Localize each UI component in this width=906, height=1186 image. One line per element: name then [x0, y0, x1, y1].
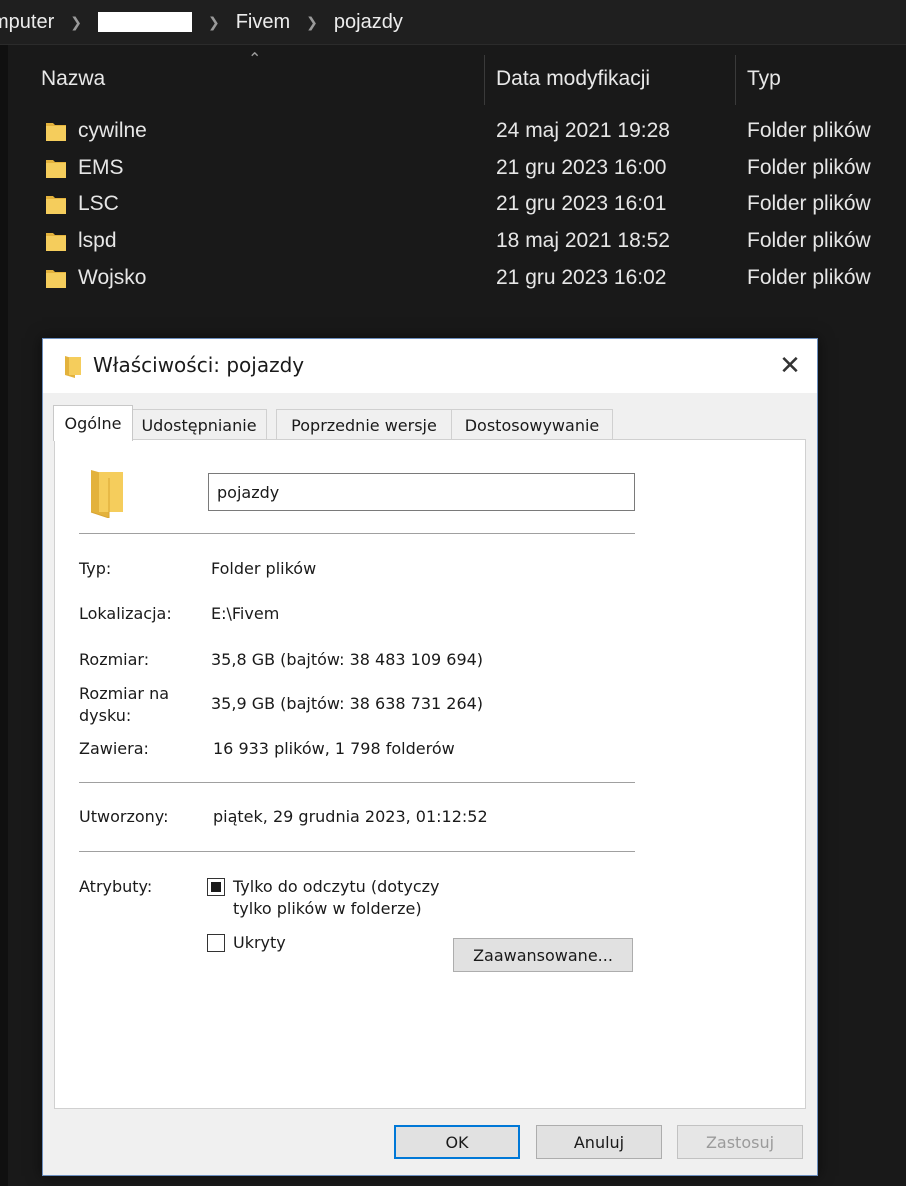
close-button[interactable]: ✕	[763, 339, 817, 393]
list-item[interactable]: Wojsko 21 gru 2023 16:02 Folder plików	[8, 262, 906, 299]
file-type: Folder plików	[747, 155, 871, 179]
folder-icon	[46, 123, 66, 141]
contains-label: Zawiera:	[79, 739, 149, 758]
folder-icon	[46, 196, 66, 215]
navigation-pane-edge	[0, 45, 8, 1186]
size-on-disk-value: 35,9 GB (bajtów: 38 638 731 264)	[211, 694, 484, 713]
file-type: Folder plików	[747, 265, 871, 289]
file-type: Folder plików	[747, 229, 871, 253]
breadcrumb-item-redacted[interactable]	[97, 12, 192, 32]
close-icon: ✕	[779, 351, 801, 381]
breadcrumb-item-fivem[interactable]: Fivem	[236, 11, 290, 34]
breadcrumb-item-computer[interactable]: mputer	[0, 11, 54, 34]
created-value: piątek, 29 grudnia 2023, 01:12:52	[213, 807, 488, 826]
location-value: E:\Fivem	[211, 604, 280, 623]
hidden-label: Ukryty	[233, 933, 286, 952]
folder-name-input[interactable]	[208, 473, 635, 511]
size-on-disk-label-line1: Rozmiar na	[79, 684, 170, 703]
chevron-right-icon[interactable]: ❯	[306, 14, 318, 31]
size-label: Rozmiar:	[79, 650, 150, 669]
tab-general[interactable]: Ogólne	[53, 405, 133, 441]
hidden-checkbox[interactable]	[207, 934, 225, 952]
dialog-title: Właściwości: pojazdy	[93, 353, 305, 377]
readonly-label-line1: Tylko do odczytu (dotyczy	[233, 877, 440, 896]
readonly-checkbox[interactable]	[207, 878, 225, 896]
divider	[79, 533, 635, 534]
file-date: 21 gru 2023 16:01	[496, 192, 667, 216]
created-label: Utworzony:	[79, 807, 169, 826]
chevron-right-icon[interactable]: ❯	[70, 14, 82, 31]
properties-dialog: Właściwości: pojazdy ✕ Ogólne Udostępnia…	[42, 338, 818, 1176]
column-headers: ⌃ Nazwa Data modyfikacji Typ	[8, 45, 906, 107]
file-type: Folder plików	[747, 119, 871, 142]
column-header-date[interactable]: Data modyfikacji	[496, 67, 650, 91]
tab-sharing[interactable]: Udostępnianie	[131, 409, 267, 440]
attributes-label: Atrybuty:	[79, 877, 153, 896]
apply-button[interactable]: Zastosuj	[677, 1125, 803, 1159]
file-name: lspd	[78, 229, 117, 253]
list-item[interactable]: lspd 18 maj 2021 18:52 Folder plików	[8, 225, 906, 262]
address-breadcrumb[interactable]: mputer ❯ ❯ Fivem ❯ pojazdy	[0, 0, 906, 45]
chevron-right-icon[interactable]: ❯	[208, 14, 220, 31]
general-tab-panel: Typ: Folder plików Lokalizacja: E:\Fivem…	[54, 439, 806, 1109]
contains-value: 16 933 plików, 1 798 folderów	[213, 739, 455, 758]
tab-previous-versions[interactable]: Poprzednie wersje	[276, 409, 452, 440]
size-value: 35,8 GB (bajtów: 38 483 109 694)	[211, 650, 484, 669]
advanced-button[interactable]: Zaawansowane...	[453, 938, 633, 972]
column-divider[interactable]	[484, 55, 485, 105]
file-name: cywilne	[78, 119, 147, 142]
file-date: 21 gru 2023 16:02	[496, 265, 667, 289]
folder-icon	[46, 269, 66, 288]
file-date: 24 maj 2021 19:28	[496, 119, 670, 142]
folder-icon	[90, 470, 123, 518]
location-label: Lokalizacja:	[79, 604, 172, 623]
column-header-name[interactable]: Nazwa	[41, 67, 105, 91]
folder-icon	[46, 159, 66, 178]
divider	[79, 782, 635, 783]
column-header-type[interactable]: Typ	[747, 67, 781, 91]
file-date: 21 gru 2023 16:00	[496, 155, 667, 179]
folder-icon	[65, 356, 81, 378]
column-divider[interactable]	[735, 55, 736, 105]
divider	[79, 851, 635, 852]
folder-icon	[46, 233, 66, 252]
file-type: Folder plików	[747, 192, 871, 216]
readonly-label-line2: tylko plików w folderze)	[233, 899, 422, 918]
file-name: LSC	[78, 192, 119, 216]
sort-ascending-icon: ⌃	[248, 51, 262, 68]
file-name: Wojsko	[78, 265, 147, 289]
file-rows: cywilne 24 maj 2021 19:28 Folder plików …	[8, 115, 906, 298]
file-date: 18 maj 2021 18:52	[496, 229, 670, 253]
breadcrumb-item-pojazdy[interactable]: pojazdy	[334, 11, 403, 34]
dialog-titlebar[interactable]: Właściwości: pojazdy ✕	[43, 339, 817, 393]
file-name: EMS	[78, 155, 124, 179]
tab-customize[interactable]: Dostosowywanie	[451, 409, 613, 440]
cancel-button[interactable]: Anuluj	[536, 1125, 662, 1159]
list-item[interactable]: LSC 21 gru 2023 16:01 Folder plików	[8, 188, 906, 225]
type-value: Folder plików	[211, 559, 317, 578]
type-label: Typ:	[79, 559, 112, 578]
list-item[interactable]: EMS 21 gru 2023 16:00 Folder plików	[8, 152, 906, 189]
list-item[interactable]: cywilne 24 maj 2021 19:28 Folder plików	[8, 115, 906, 152]
ok-button[interactable]: OK	[394, 1125, 520, 1159]
size-on-disk-label-line2: dysku:	[79, 706, 132, 725]
